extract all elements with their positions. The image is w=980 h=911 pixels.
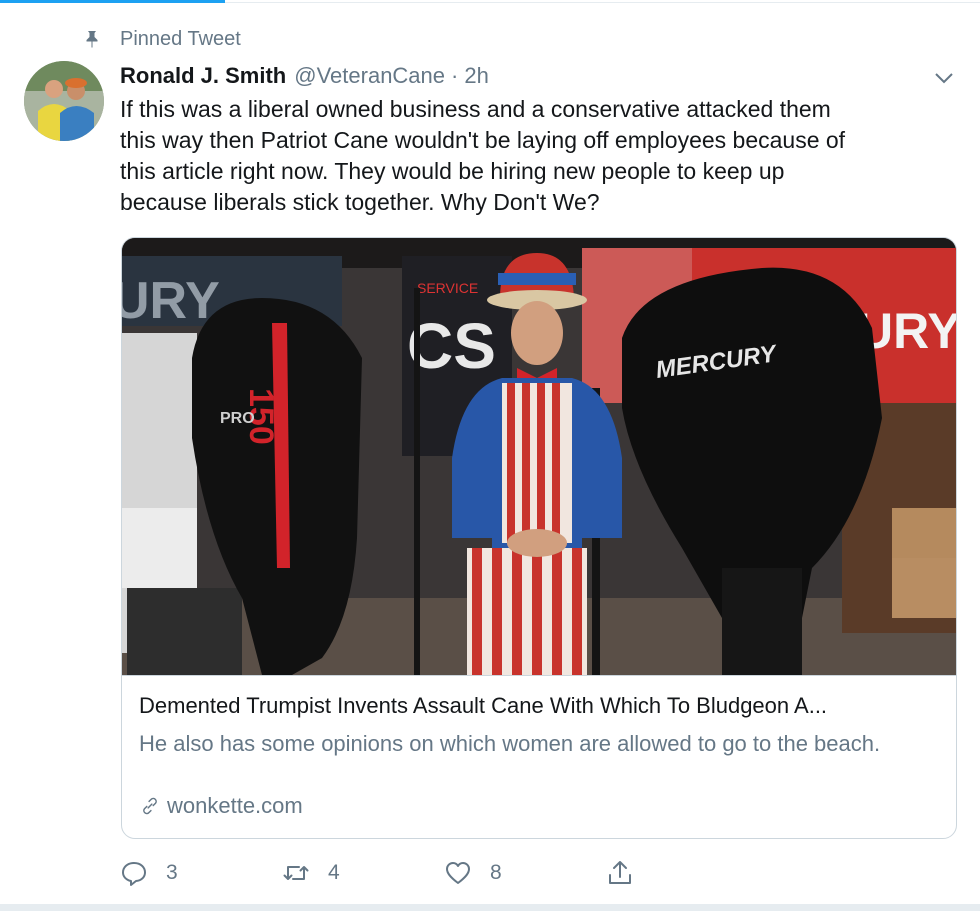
retweet-button[interactable]: 4 <box>282 858 340 888</box>
pinned-tweet-label: Pinned Tweet <box>82 26 241 52</box>
tweet-text-line: because liberals stick together. Why Don… <box>120 189 600 215</box>
top-divider <box>225 2 980 3</box>
banner-text-cs: CS <box>407 310 496 382</box>
card-description: He also has some opinions on which women… <box>139 731 881 756</box>
active-tab-indicator <box>0 0 225 3</box>
tweet-time[interactable]: 2h <box>464 63 488 89</box>
tweet-text-line: this article right now. They would be hi… <box>120 158 785 184</box>
share-button[interactable] <box>606 858 652 888</box>
reply-icon <box>122 862 146 886</box>
reply-button[interactable]: 3 <box>120 858 178 888</box>
tweet-header: Ronald J. Smith @VeteranCane · 2h <box>120 60 489 92</box>
card-domain-text: wonkette.com <box>167 793 303 818</box>
reply-count: 3 <box>166 861 178 884</box>
bottom-divider <box>0 904 980 911</box>
link-preview-card[interactable]: URY SERVICE CS URY 150 PRO MERCURY Demen… <box>121 237 957 839</box>
avatar-photo <box>24 61 104 141</box>
card-image[interactable]: URY SERVICE CS URY 150 PRO MERCURY <box>122 238 956 676</box>
pin-icon <box>86 31 98 48</box>
author-name[interactable]: Ronald J. Smith <box>120 63 286 89</box>
avatar[interactable] <box>24 61 104 141</box>
share-icon <box>609 861 631 884</box>
tweet-text-line: If this was a liberal owned business and… <box>120 96 831 122</box>
separator-dot: · <box>451 63 459 88</box>
retweet-icon <box>283 866 309 880</box>
motor-pro-text: PRO <box>220 410 255 427</box>
link-icon <box>143 797 157 815</box>
banner-text-left: URY <box>122 272 220 330</box>
author-handle[interactable]: @VeteranCane <box>294 63 445 89</box>
tweet-text-line: this way then Patriot Cane wouldn't be l… <box>120 127 846 153</box>
like-count: 8 <box>490 861 502 884</box>
like-button[interactable]: 8 <box>444 858 502 888</box>
retweet-count: 4 <box>328 861 340 884</box>
banner-text-service: SERVICE <box>417 280 478 296</box>
card-title[interactable]: Demented Trumpist Invents Assault Cane W… <box>139 693 947 719</box>
chevron-down-icon[interactable] <box>932 66 956 90</box>
tweet-text: If this was a liberal owned business and… <box>120 94 960 218</box>
tweet-actions: 3 4 8 <box>120 858 660 888</box>
heart-icon <box>446 862 470 884</box>
pinned-text: Pinned Tweet <box>120 27 241 50</box>
card-domain[interactable]: wonkette.com <box>139 793 303 819</box>
